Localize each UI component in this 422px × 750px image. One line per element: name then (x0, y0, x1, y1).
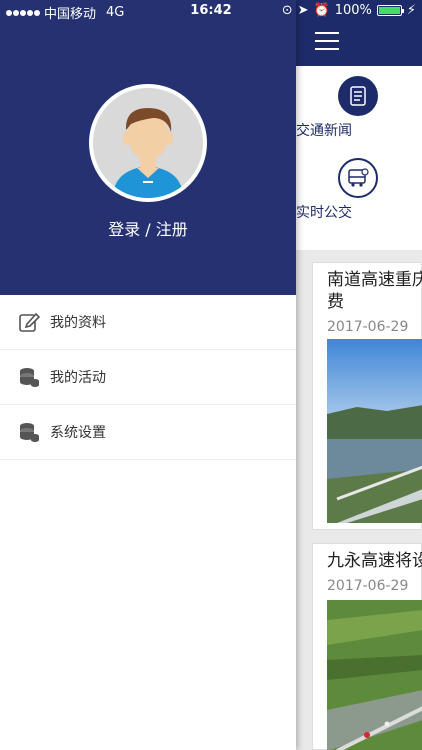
stack-icon (18, 366, 40, 388)
news-card[interactable]: 南道高速重庆 费 2017-06-29 (312, 262, 422, 530)
battery-percent: 100% (334, 3, 372, 18)
avatar[interactable] (89, 84, 207, 202)
charging-icon: ⚡ (406, 3, 416, 18)
shortcut-label: 交通新闻 (296, 123, 352, 139)
alarm-icon: ⏰ (313, 3, 330, 18)
shortcut-traffic-news[interactable]: 交通新闻 (296, 76, 398, 140)
rotation-lock-icon: ⊙ (281, 3, 293, 18)
shortcut-panel: 交通新闻 实时公交 (296, 66, 422, 250)
news-card[interactable]: 九永高速将设 2017-06-29 (312, 543, 422, 750)
bus-icon (338, 158, 378, 198)
news-title: 九永高速将设 (327, 551, 422, 571)
shortcut-realtime-bus[interactable]: 实时公交 (296, 158, 398, 222)
hamburger-menu-icon[interactable] (315, 32, 339, 50)
location-icon: ➤ (297, 3, 309, 18)
news-image (327, 339, 422, 523)
shortcut-label: 实时公交 (296, 205, 352, 221)
side-drawer: 登录 / 注册 我的资料 我的活动 系统设置 (0, 0, 296, 750)
news-image (327, 600, 422, 750)
drawer-header: 登录 / 注册 (0, 0, 296, 295)
news-date: 2017-06-29 (327, 319, 409, 335)
news-date: 2017-06-29 (327, 578, 409, 594)
stack-icon (18, 421, 40, 443)
news-icon (338, 76, 378, 116)
menu-item-label: 我的活动 (50, 370, 106, 386)
menu-item-label: 系统设置 (50, 425, 106, 441)
menu-item-system-settings[interactable]: 系统设置 (0, 405, 296, 460)
battery-icon (376, 5, 404, 16)
news-title-continued: 费 (327, 292, 344, 312)
news-title: 南道高速重庆 (327, 270, 422, 290)
menu-item-my-activities[interactable]: 我的活动 (0, 350, 296, 405)
menu-item-label: 我的资料 (50, 315, 106, 331)
menu-item-my-profile[interactable]: 我的资料 (0, 295, 296, 350)
status-right: ⊙ ➤ ⏰ 100% ⚡ (282, 3, 416, 18)
drawer-menu: 我的资料 我的活动 系统设置 (0, 295, 296, 460)
login-register-link[interactable]: 登录 / 注册 (0, 216, 296, 240)
edit-icon (18, 311, 40, 333)
status-bar: 中国移动 4G 16:42 ⊙ ➤ ⏰ 100% ⚡ (0, 0, 422, 22)
